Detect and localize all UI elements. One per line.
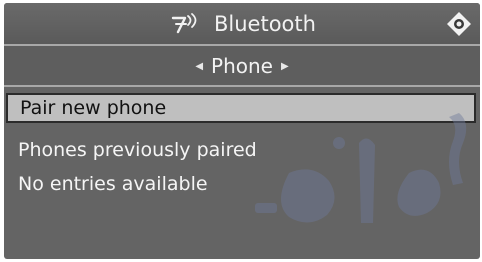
phone-tab-selector[interactable]: ◀ Phone ▶ (4, 52, 480, 80)
header-title-group: Bluetooth (170, 9, 316, 39)
idrive-screen: Bluetooth ◀ Phone ▶ Pair new phone Phone… (4, 3, 480, 259)
header-bar: Bluetooth (4, 3, 480, 46)
bluetooth-icon (171, 13, 197, 34)
tab-label: Phone (211, 54, 273, 78)
controller-icon (447, 12, 471, 36)
no-entries-text: No entries available (18, 173, 208, 195)
arrow-left-icon[interactable]: ◀ (195, 61, 203, 72)
arrow-right-icon[interactable]: ▶ (281, 61, 289, 72)
phones-previously-paired-item[interactable]: Phones previously paired (18, 139, 257, 161)
header-title: Bluetooth (214, 12, 316, 36)
phone-tab-bar: ◀ Phone ▶ (4, 46, 480, 87)
pair-new-phone-item[interactable]: Pair new phone (6, 93, 476, 123)
menu-list: Pair new phone Phones previously paired … (4, 87, 480, 259)
